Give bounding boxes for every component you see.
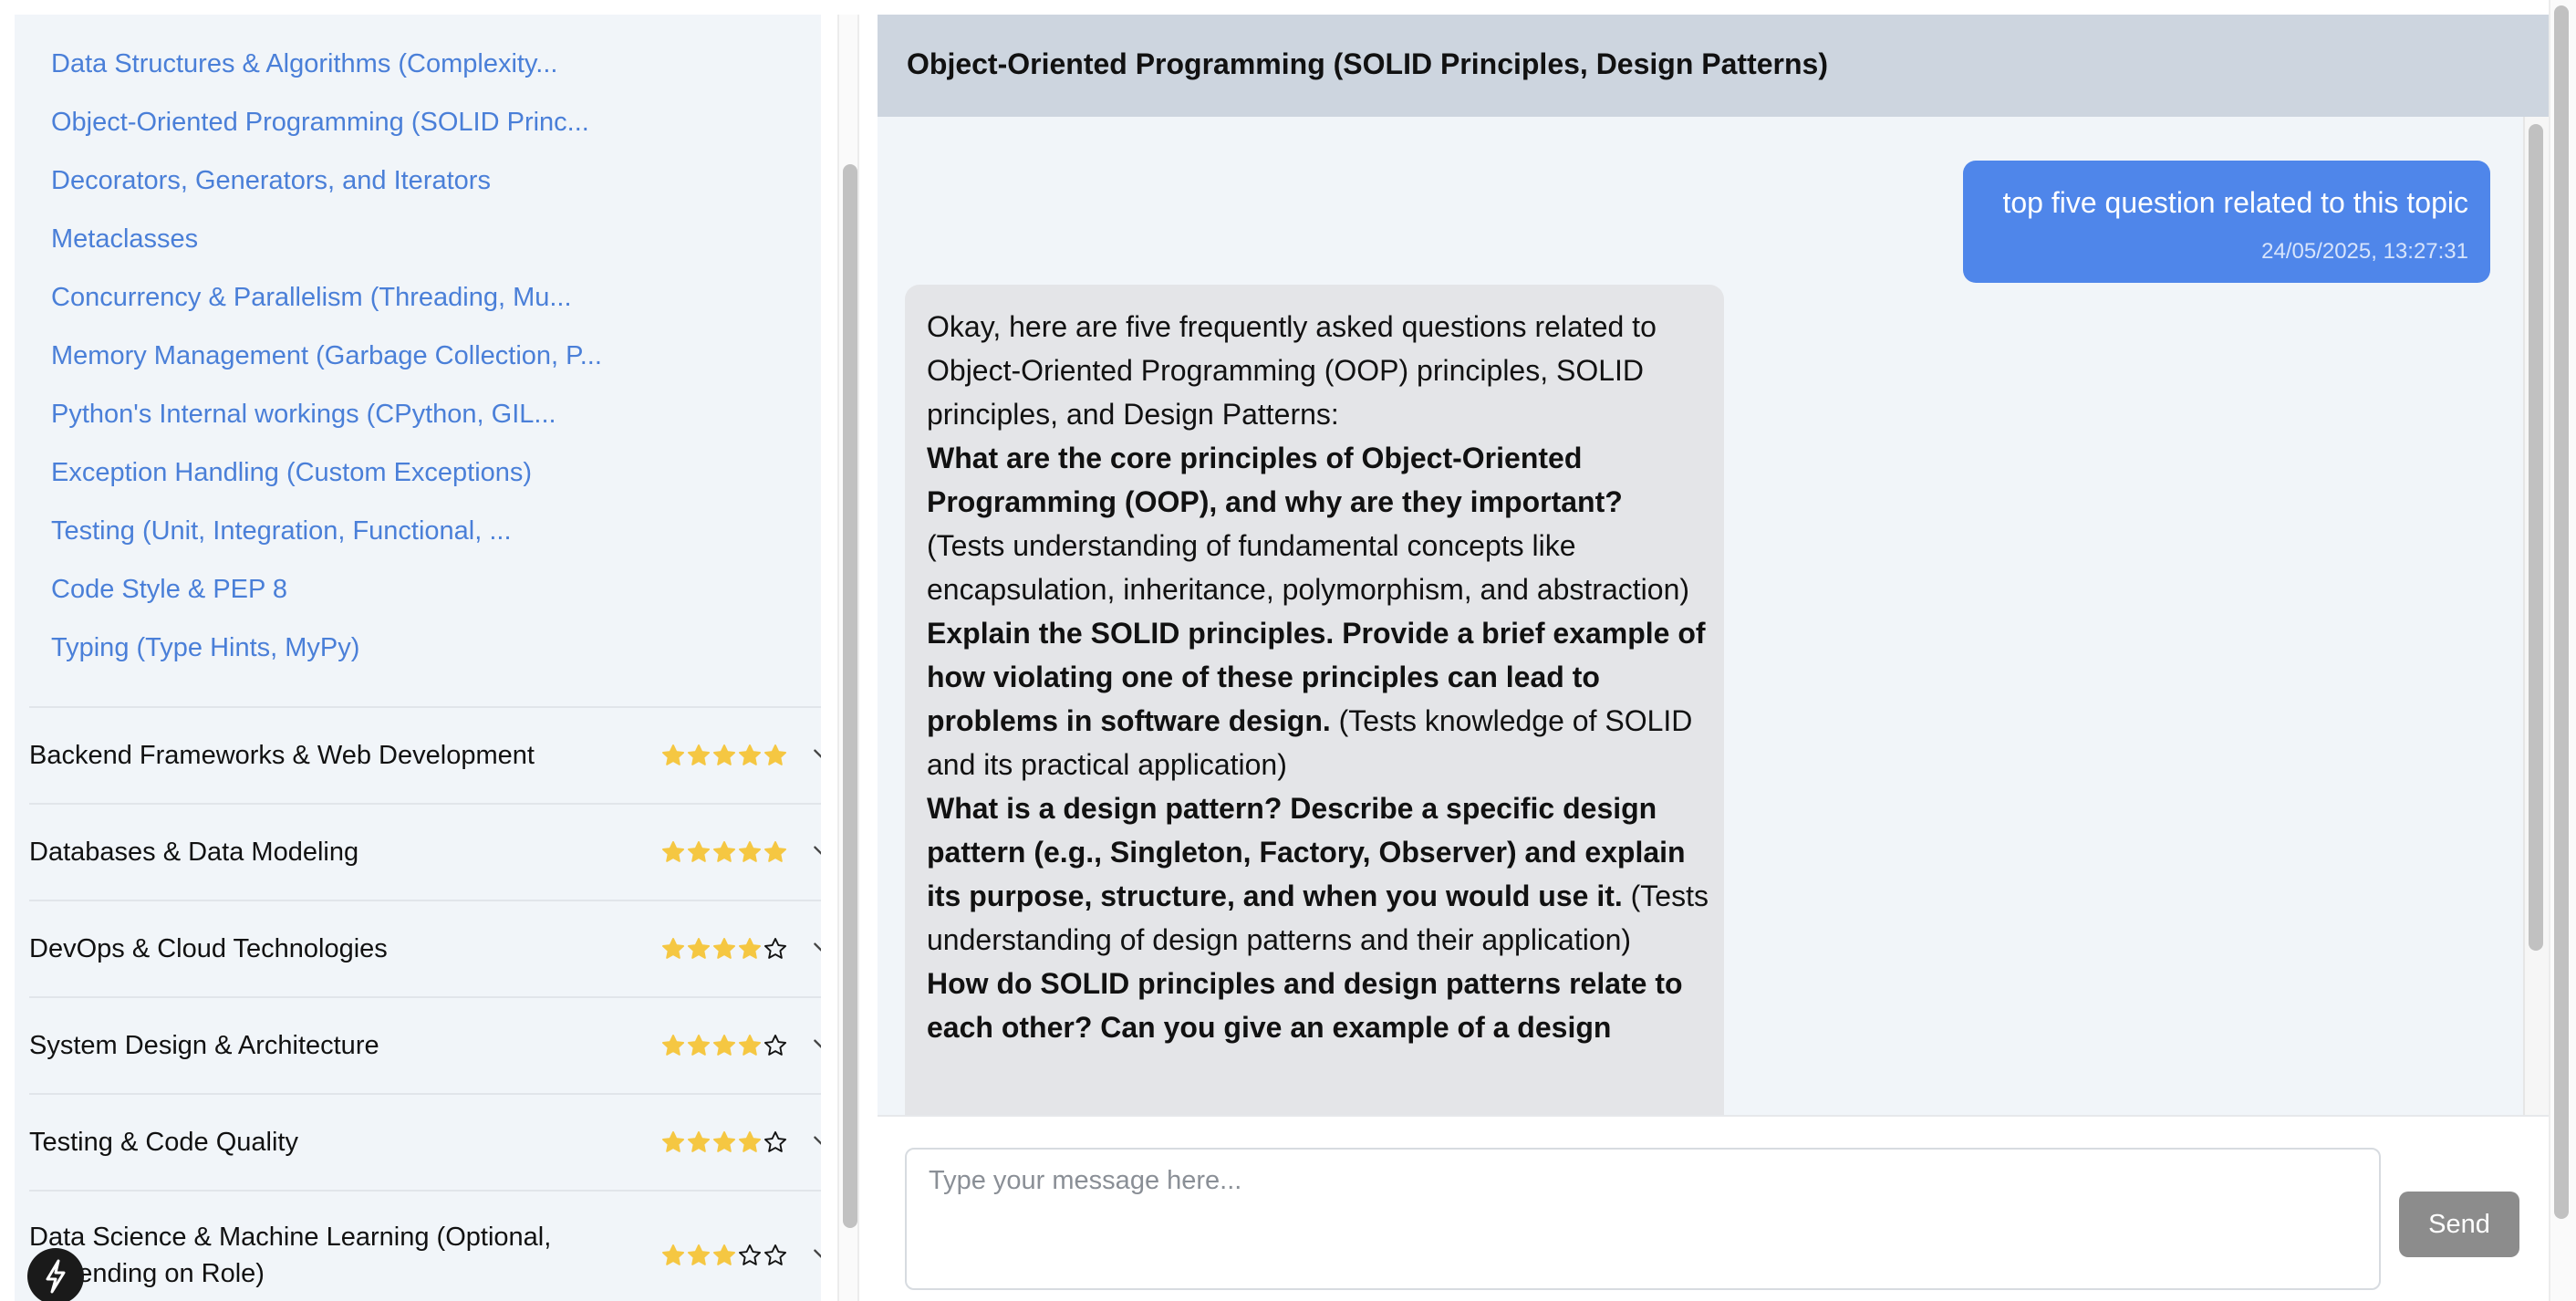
message-list[interactable]: top five question related to this topic …: [878, 117, 2519, 1128]
message-composer: Send: [878, 1115, 2549, 1301]
message-timestamp: 24/05/2025, 13:27:31: [2261, 239, 2468, 264]
star-filled-icon: [712, 840, 736, 862]
subtopic-link[interactable]: Data Structures & Algorithms (Complexity…: [51, 42, 557, 86]
question-1: What are the core principles of Object-O…: [927, 436, 1711, 611]
user-message-text: top five question related to this topic: [2002, 186, 2468, 219]
star-filled-icon: [687, 937, 711, 959]
message-input[interactable]: [905, 1148, 2381, 1290]
rating-stars: [660, 1029, 788, 1062]
star-filled-icon: [712, 1034, 736, 1056]
subtopic-link[interactable]: Object-Oriented Programming (SOLID Princ…: [51, 100, 589, 144]
bolt-icon[interactable]: [27, 1248, 84, 1301]
subtopic-link[interactable]: Python's Internal workings (CPython, GIL…: [51, 392, 556, 436]
star-filled-icon: [661, 840, 685, 862]
user-message-bubble: top five question related to this topic …: [1963, 161, 2490, 283]
rating-stars: [660, 836, 788, 869]
star-filled-icon: [738, 840, 762, 862]
assistant-intro: Okay, here are five frequently asked que…: [927, 310, 1657, 431]
category-name: System Design & Architecture: [29, 1031, 379, 1060]
category-row[interactable]: System Design & Architecture: [29, 996, 821, 1093]
assistant-message-text: Okay, here are five frequently asked que…: [927, 305, 1711, 1049]
question-2: Explain the SOLID principles. Provide a …: [927, 611, 1711, 786]
subtopic-link[interactable]: Concurrency & Parallelism (Threading, Mu…: [51, 276, 572, 319]
rating-stars: [660, 1239, 788, 1272]
star-outline-icon: [763, 1244, 787, 1265]
star-filled-icon: [763, 744, 787, 765]
star-filled-icon: [661, 744, 685, 765]
chevron-down-icon[interactable]: [810, 839, 821, 863]
question-1-note: (Tests understanding of fundamental conc…: [927, 529, 1690, 606]
messages-scrollbar-thumb[interactable]: [2529, 124, 2543, 951]
send-button[interactable]: Send: [2399, 1192, 2519, 1257]
question-3: What is a design pattern? Describe a spe…: [927, 786, 1711, 962]
chat-panel: Object-Oriented Programming (SOLID Princ…: [878, 15, 2549, 1301]
star-filled-icon: [687, 1034, 711, 1056]
subtopic-link[interactable]: Testing (Unit, Integration, Functional, …: [51, 509, 512, 553]
star-filled-icon: [712, 1244, 736, 1265]
assistant-message-bubble: Okay, here are five frequently asked que…: [905, 285, 1724, 1128]
subtopic-link[interactable]: Exception Handling (Custom Exceptions): [51, 451, 532, 494]
question-3-title: What is a design pattern? Describe a spe…: [927, 792, 1686, 912]
subtopic-link[interactable]: Decorators, Generators, and Iterators: [51, 159, 491, 203]
category-row[interactable]: Databases & Data Modeling: [29, 803, 821, 900]
chevron-down-icon[interactable]: [810, 1243, 821, 1266]
star-filled-icon: [661, 1130, 685, 1152]
sidebar-scrollbar-thumb[interactable]: [843, 164, 857, 1228]
star-outline-icon: [763, 1130, 787, 1152]
star-filled-icon: [712, 937, 736, 959]
chevron-down-icon[interactable]: [810, 1033, 821, 1056]
subtopic-link[interactable]: Code Style & PEP 8: [51, 567, 287, 611]
star-filled-icon: [687, 1244, 711, 1265]
category-name: Data Science & Machine Learning (Optiona…: [29, 1223, 552, 1288]
chat-header: Object-Oriented Programming (SOLID Princ…: [878, 15, 2549, 117]
star-filled-icon: [763, 840, 787, 862]
category-row[interactable]: DevOps & Cloud Technologies: [29, 900, 821, 996]
chat-title: Object-Oriented Programming (SOLID Princ…: [907, 47, 1828, 80]
chevron-down-icon[interactable]: [810, 743, 821, 766]
subtopic-link[interactable]: Memory Management (Garbage Collection, P…: [51, 334, 602, 378]
star-filled-icon: [687, 840, 711, 862]
category-name: Databases & Data Modeling: [29, 838, 359, 867]
star-filled-icon: [687, 744, 711, 765]
star-outline-icon: [738, 1244, 762, 1265]
category-name: DevOps & Cloud Technologies: [29, 934, 388, 963]
chevron-down-icon[interactable]: [810, 936, 821, 960]
star-filled-icon: [712, 1130, 736, 1152]
star-filled-icon: [738, 937, 762, 959]
category-row[interactable]: Backend Frameworks & Web Development: [29, 706, 821, 803]
rating-stars: [660, 1126, 788, 1159]
category-name: Backend Frameworks & Web Development: [29, 741, 535, 770]
star-outline-icon: [763, 937, 787, 959]
star-filled-icon: [661, 1244, 685, 1265]
category-row[interactable]: Data Science & Machine Learning (Optiona…: [29, 1190, 821, 1301]
star-filled-icon: [738, 744, 762, 765]
star-filled-icon: [661, 937, 685, 959]
question-4: How do SOLID principles and design patte…: [927, 962, 1711, 1049]
star-filled-icon: [687, 1130, 711, 1152]
question-1-title: What are the core principles of Object-O…: [927, 442, 1623, 518]
page-scrollbar-thumb[interactable]: [2554, 5, 2569, 1219]
question-4-title: How do SOLID principles and design patte…: [927, 967, 1683, 1044]
rating-stars: [660, 739, 788, 772]
rating-stars: [660, 932, 788, 965]
topics-sidebar: Data Structures & Algorithms (Complexity…: [15, 15, 821, 1301]
star-filled-icon: [738, 1034, 762, 1056]
subtopic-link[interactable]: Typing (Type Hints, MyPy): [51, 626, 359, 670]
subtopic-link[interactable]: Metaclasses: [51, 217, 198, 261]
star-filled-icon: [712, 744, 736, 765]
chevron-down-icon[interactable]: [810, 1129, 821, 1153]
star-filled-icon: [738, 1130, 762, 1152]
star-filled-icon: [661, 1034, 685, 1056]
category-name: Testing & Code Quality: [29, 1128, 298, 1157]
category-row[interactable]: Testing & Code Quality: [29, 1093, 821, 1190]
star-outline-icon: [763, 1034, 787, 1056]
